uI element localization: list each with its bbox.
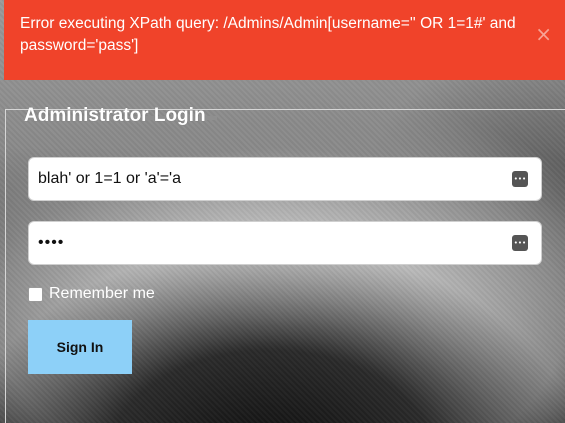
alert-message: Error executing XPath query: /Admins/Adm… bbox=[20, 15, 516, 54]
password-value: •••• bbox=[38, 234, 65, 251]
close-icon[interactable]: × bbox=[535, 24, 552, 44]
password-manager-icon[interactable]: ••• bbox=[512, 171, 528, 187]
username-input[interactable]: blah' or 1=1 or 'a'='a ••• bbox=[28, 157, 542, 201]
remember-checkbox[interactable] bbox=[28, 286, 43, 302]
error-alert: Error executing XPath query: /Admins/Adm… bbox=[4, 0, 565, 80]
sign-in-button[interactable]: Sign In bbox=[28, 320, 132, 374]
username-value: blah' or 1=1 or 'a'='a bbox=[38, 170, 181, 187]
remember-label: Remember me bbox=[49, 285, 155, 302]
password-input[interactable]: •••• ••• bbox=[28, 221, 542, 265]
login-legend: Administrator Login bbox=[24, 105, 206, 126]
password-manager-icon[interactable]: ••• bbox=[512, 235, 528, 251]
remember-me[interactable]: Remember me bbox=[28, 285, 155, 303]
